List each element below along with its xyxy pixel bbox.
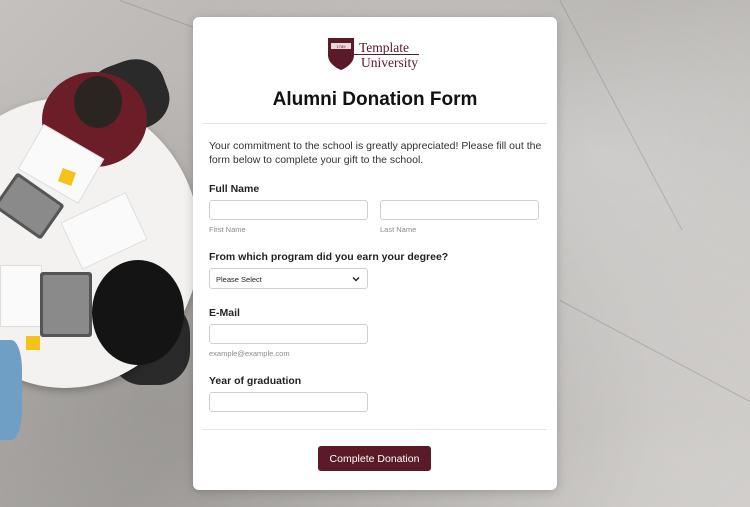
first-name-input[interactable] bbox=[209, 200, 368, 220]
donation-form-card: 1789 Template University Alumni Donation… bbox=[193, 17, 557, 490]
floor-seam bbox=[559, 300, 750, 405]
graduation-label: Year of graduation bbox=[209, 375, 302, 387]
email-label: E-Mail bbox=[209, 307, 240, 319]
complete-donation-button[interactable]: Complete Donation bbox=[318, 446, 431, 471]
divider bbox=[203, 123, 547, 124]
graduation-year-input[interactable] bbox=[209, 392, 368, 412]
chevron-down-icon bbox=[352, 277, 360, 282]
university-logo: 1789 Template University bbox=[327, 37, 427, 75]
sticky-note bbox=[26, 336, 40, 350]
logo-line2: University bbox=[361, 55, 418, 70]
student-black-top bbox=[92, 260, 184, 365]
papers bbox=[0, 265, 42, 327]
email-input[interactable] bbox=[209, 324, 368, 344]
form-intro: Your commitment to the school is greatly… bbox=[209, 140, 542, 166]
full-name-label: Full Name bbox=[209, 183, 260, 195]
shield-icon: 1789 bbox=[328, 38, 354, 70]
student-blue-shirt bbox=[0, 340, 22, 440]
logo-year: 1789 bbox=[337, 44, 347, 49]
floor-seam bbox=[559, 0, 683, 231]
program-label: From which program did you earn your deg… bbox=[209, 251, 449, 263]
program-select[interactable]: Please Select bbox=[209, 268, 368, 289]
email-sublabel: example@example.com bbox=[209, 349, 290, 358]
logo-line1: Template bbox=[359, 40, 410, 55]
program-select-value: Please Select bbox=[216, 275, 262, 284]
first-name-sublabel: First Name bbox=[209, 225, 246, 234]
last-name-sublabel: Last Name bbox=[380, 225, 417, 234]
divider bbox=[203, 429, 547, 430]
last-name-input[interactable] bbox=[380, 200, 539, 220]
form-title: Alumni Donation Form bbox=[272, 89, 478, 110]
laptop bbox=[40, 272, 92, 337]
student-hair bbox=[74, 76, 122, 128]
students-table-photo bbox=[0, 0, 200, 507]
